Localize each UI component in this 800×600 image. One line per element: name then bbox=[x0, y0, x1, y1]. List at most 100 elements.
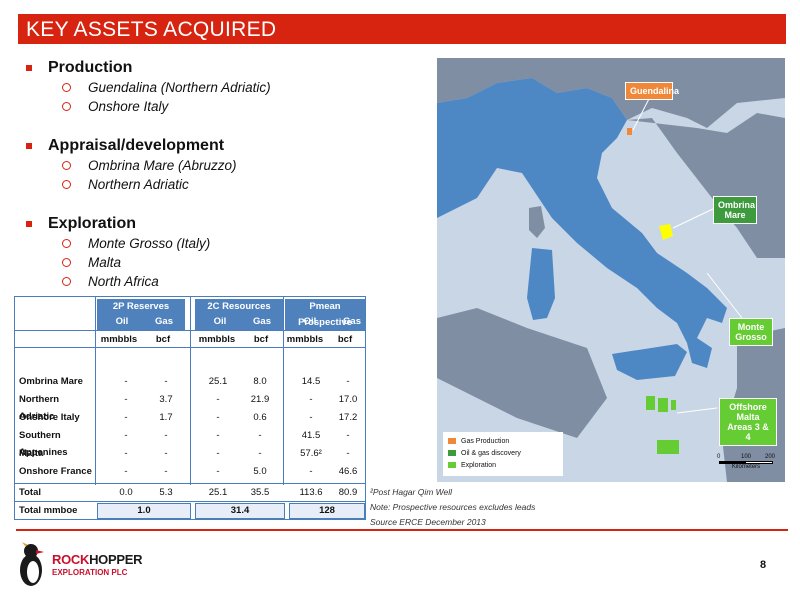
legend-item: Oil & gas discovery bbox=[448, 447, 558, 459]
table-cell: 8.0 bbox=[253, 376, 267, 387]
page-number: 8 bbox=[760, 559, 767, 571]
bullet-square-icon bbox=[26, 143, 32, 149]
italy-map: Guendalina Ombrina Mare Monte Grosso Off… bbox=[437, 58, 785, 482]
legend-item: Exploration bbox=[448, 459, 558, 471]
section-exploration: Exploration Monte Grosso (Italy) Malta N… bbox=[20, 214, 420, 291]
table-cell: 25.1 bbox=[208, 376, 228, 387]
table-cell: 46.6 bbox=[338, 466, 358, 477]
table-row: Ombrina Mare - - 25.1 8.0 14.5 - bbox=[15, 373, 365, 390]
list-item: Onshore Italy bbox=[20, 97, 420, 116]
table-cell: - bbox=[258, 448, 262, 459]
footer-divider bbox=[16, 529, 788, 531]
table-cell: 3.7 bbox=[159, 394, 173, 405]
callout-guendalina: Guendalina bbox=[625, 82, 679, 100]
bullet-circle-icon bbox=[62, 180, 71, 189]
list-item: Ombrina Mare (Abruzzo) bbox=[20, 156, 420, 175]
legend-item: Gas Production bbox=[448, 435, 558, 447]
legend-swatch bbox=[448, 438, 456, 444]
table-cell: - bbox=[258, 430, 262, 441]
list-item: Guendalina (Northern Adriatic) bbox=[20, 78, 420, 97]
table-cell: 17.0 bbox=[338, 394, 358, 405]
row-label: Onshore Italy bbox=[19, 412, 80, 423]
section-production: Production Guendalina (Northern Adriatic… bbox=[20, 58, 420, 116]
table-cell: 41.5 bbox=[301, 430, 321, 441]
footnote: Source ERCE December 2013 bbox=[370, 517, 486, 527]
rockhopper-logo: ROCKHOPPER EXPLORATION PLC bbox=[14, 542, 144, 588]
table-cell: - bbox=[164, 376, 168, 387]
table-cell: - bbox=[309, 412, 313, 423]
table-cell: - bbox=[124, 412, 128, 423]
bullet-square-icon bbox=[26, 65, 32, 71]
table-cell: - bbox=[216, 430, 220, 441]
group-header-2c: 2C Resources Oil Gas bbox=[195, 299, 283, 330]
table-cell: - bbox=[124, 376, 128, 387]
table-cell: - bbox=[124, 394, 128, 405]
row-label: Malta bbox=[19, 448, 44, 459]
table-row: Onshore Italy - 1.7 - 0.6 - 17.2 bbox=[15, 409, 365, 426]
row-label: Northern Adriatic bbox=[19, 394, 60, 422]
table-cell: - bbox=[346, 448, 350, 459]
table-cell: - bbox=[346, 430, 350, 441]
bullet-circle-icon bbox=[62, 161, 71, 170]
table-cell: - bbox=[164, 430, 168, 441]
list-item: Northern Adriatic bbox=[20, 175, 420, 194]
table-cell: 0.6 bbox=[253, 412, 267, 423]
bullet-circle-icon bbox=[62, 239, 71, 248]
table-row: Malta - - - - 57.6² - bbox=[15, 445, 365, 462]
group-header-2p: 2P Reserves Oil Gas bbox=[97, 299, 185, 330]
bullet-circle-icon bbox=[62, 83, 71, 92]
table-cell: - bbox=[124, 466, 128, 477]
table-cell: 21.9 bbox=[250, 394, 270, 405]
table-cell: 57.6² bbox=[300, 448, 322, 459]
bullet-square-icon bbox=[26, 221, 32, 227]
table-cell: - bbox=[346, 376, 350, 387]
bullet-list: Production Guendalina (Northern Adriatic… bbox=[20, 58, 420, 311]
table-cell: 1.7 bbox=[159, 412, 173, 423]
list-item: Malta bbox=[20, 253, 420, 272]
map-legend: Gas Production Oil & gas discovery Explo… bbox=[443, 432, 563, 476]
table-cell: - bbox=[216, 466, 220, 477]
section-appraisal: Appraisal/development Ombrina Mare (Abru… bbox=[20, 136, 420, 194]
table-row: Northern Adriatic - 3.7 - 21.9 - 17.0 bbox=[15, 391, 365, 422]
table-cell: - bbox=[164, 448, 168, 459]
section-heading: Appraisal/development bbox=[48, 137, 225, 154]
section-heading: Production bbox=[48, 59, 133, 76]
footnotes: ²Post Hagar Qim Well Note: Prospective r… bbox=[370, 485, 535, 530]
table-row-total-mmboe: Total mmboe 1.0 31.4 128 bbox=[15, 501, 365, 519]
table-row: Onshore France - - - 5.0 - 46.6 bbox=[15, 463, 365, 480]
callout-offshore-malta: Offshore Malta Areas 3 & 4 bbox=[719, 398, 777, 446]
row-label: Onshore France bbox=[19, 466, 92, 477]
legend-swatch bbox=[448, 450, 456, 456]
table-cell: - bbox=[309, 466, 313, 477]
table-cell: - bbox=[216, 394, 220, 405]
row-label: Southern Appenines bbox=[19, 430, 68, 458]
table-cell: - bbox=[124, 430, 128, 441]
table-cell: 5.0 bbox=[253, 466, 267, 477]
table-cell: - bbox=[164, 466, 168, 477]
resources-table: 2P Reserves Oil Gas 2C Resources Oil Gas… bbox=[14, 296, 366, 520]
table-row-total: Total 0.0 5.3 25.1 35.5 113.6 80.9 bbox=[15, 483, 365, 500]
slide-title: KEY ASSETS ACQUIRED bbox=[26, 18, 277, 41]
table-cell: 17.2 bbox=[338, 412, 358, 423]
penguin-icon bbox=[20, 542, 44, 586]
callout-ombrina-mare: Ombrina Mare bbox=[713, 196, 757, 224]
section-heading: Exploration bbox=[48, 215, 137, 232]
callout-monte-grosso: Monte Grosso bbox=[729, 318, 773, 346]
group-header-pmean: Pmean Prospective Oil Gas bbox=[285, 299, 365, 330]
bullet-circle-icon bbox=[62, 277, 71, 286]
list-item: Monte Grosso (Italy) bbox=[20, 234, 420, 253]
table-row: Southern Appenines - - - - 41.5 - bbox=[15, 427, 365, 458]
table-cell: - bbox=[216, 448, 220, 459]
table-cell: - bbox=[216, 412, 220, 423]
footnote: ²Post Hagar Qim Well bbox=[370, 487, 453, 497]
table-cell: 14.5 bbox=[301, 376, 321, 387]
table-cell: - bbox=[124, 448, 128, 459]
bullet-circle-icon bbox=[62, 258, 71, 267]
bullet-circle-icon bbox=[62, 102, 71, 111]
row-label: Ombrina Mare bbox=[19, 376, 83, 387]
table-cell: - bbox=[309, 394, 313, 405]
footnote: Note: Prospective resources excludes lea… bbox=[370, 502, 536, 512]
list-item: North Africa bbox=[20, 272, 420, 291]
title-bar: KEY ASSETS ACQUIRED bbox=[18, 14, 786, 44]
scale-bar: 0 100 200 Kilometers bbox=[717, 454, 776, 470]
